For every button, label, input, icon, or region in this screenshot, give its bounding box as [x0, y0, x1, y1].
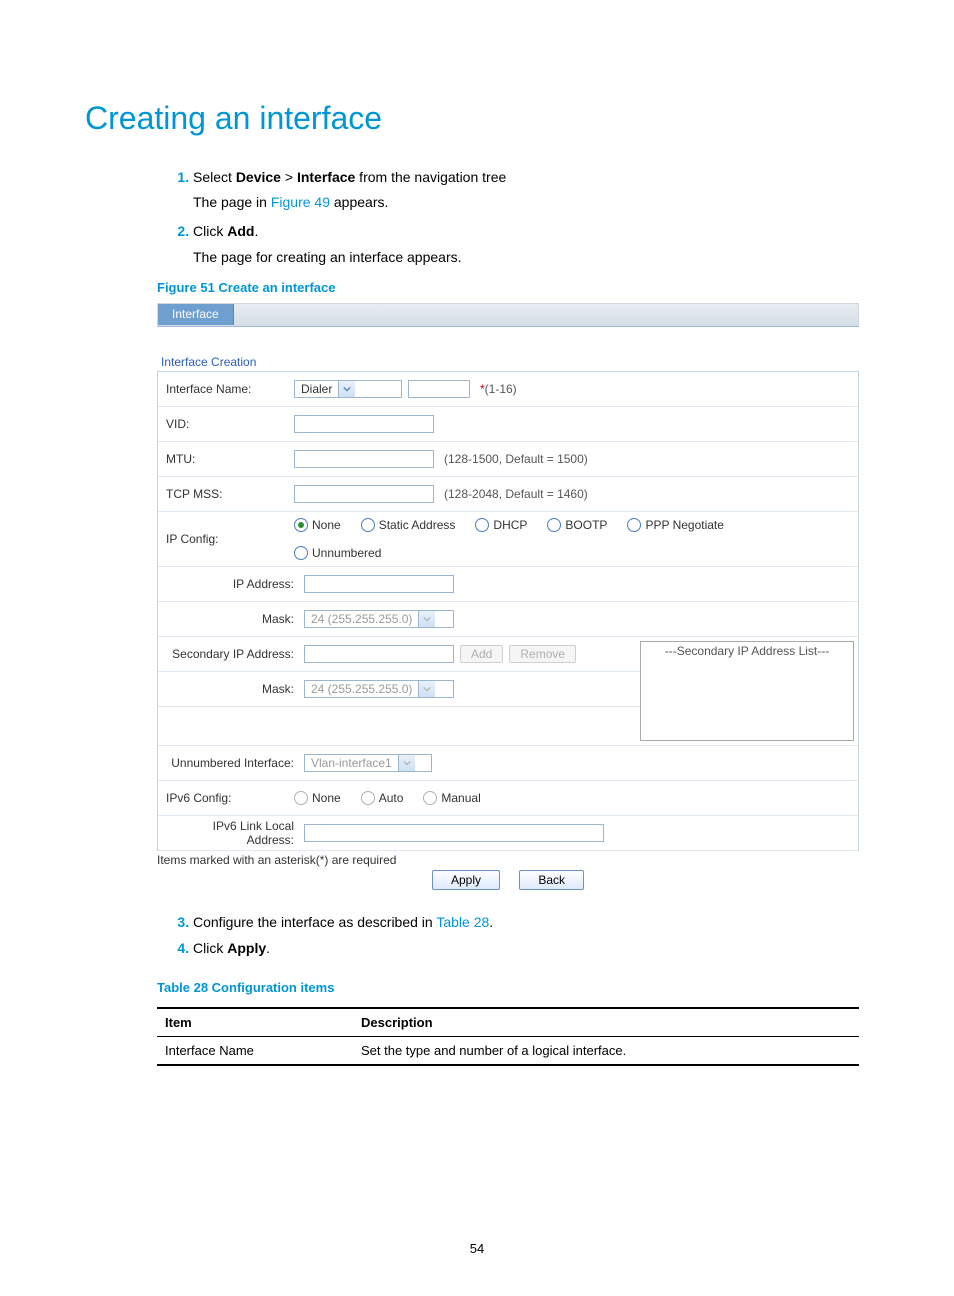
chevron-down-icon — [338, 381, 355, 397]
row-vid: VID: — [158, 407, 858, 442]
link-figure-49[interactable]: Figure 49 — [271, 194, 330, 210]
step-1: Select Device > Interface from the navig… — [193, 165, 869, 215]
label-interface-name: Interface Name: — [158, 382, 294, 396]
chevron-down-icon — [418, 611, 435, 627]
cell-item: Interface Name — [157, 1036, 353, 1065]
radio-ip-static[interactable]: Static Address — [361, 518, 456, 532]
radio-ip-pppneg[interactable]: PPP Negotiate — [627, 518, 724, 532]
unnumbered-interface-select[interactable]: Vlan-interface1 — [304, 754, 432, 772]
label-ipv6-config: IPv6 Config: — [158, 791, 294, 805]
steps-list-2: Configure the interface as described in … — [85, 909, 869, 962]
mask-select[interactable]: 24 (255.255.255.0) — [304, 610, 454, 628]
page-number: 54 — [0, 1241, 954, 1256]
ip-address-input[interactable] — [304, 575, 454, 593]
radio-ipv6-auto[interactable]: Auto — [361, 791, 404, 805]
link-table-28[interactable]: Table 28 — [436, 914, 489, 930]
row-unnumbered-interface: Unnumbered Interface: Vlan-interface1 — [158, 746, 858, 781]
tab-interface[interactable]: Interface — [158, 304, 234, 325]
label-secondary-ip: Secondary IP Address: — [158, 647, 304, 661]
tab-bar: Interface — [157, 303, 859, 327]
tcpmss-input[interactable] — [294, 485, 434, 503]
row-mtu: MTU: (128-1500, Default = 1500) — [158, 442, 858, 477]
table-caption: Table 28 Configuration items — [157, 980, 869, 995]
figure-caption: Figure 51 Create an interface — [157, 280, 869, 295]
label-mask: Mask: — [158, 612, 304, 626]
required-note: Items marked with an asterisk(*) are req… — [157, 853, 859, 867]
tcpmss-hint: (128-2048, Default = 1460) — [444, 487, 588, 501]
ipv6-lla-input[interactable] — [304, 824, 604, 842]
row-ipconfig: IP Config: None Static Address DHCP BOOT… — [158, 512, 858, 567]
label-mtu: MTU: — [158, 452, 294, 466]
row-ipv6-config: IPv6 Config: None Auto Manual — [158, 781, 858, 816]
section-heading: Interface Creation — [161, 355, 859, 369]
step-2: Click Add. The page for creating an inte… — [193, 219, 869, 269]
label-vid: VID: — [158, 417, 294, 431]
page-title: Creating an interface — [85, 100, 869, 137]
apply-button[interactable]: Apply — [432, 870, 500, 890]
table-row: Interface Name Set the type and number o… — [157, 1036, 859, 1065]
remove-secondary-button[interactable]: Remove — [509, 645, 576, 663]
step-2-sub: The page for creating an interface appea… — [193, 245, 869, 270]
label-ipconfig: IP Config: — [158, 532, 294, 546]
cell-description: Set the type and number of a logical int… — [353, 1036, 859, 1065]
chevron-down-icon — [418, 681, 435, 697]
radio-ip-none[interactable]: None — [294, 518, 341, 532]
row-ipv6-lla: IPv6 Link Local Address: — [158, 816, 858, 851]
chevron-down-icon — [398, 755, 415, 771]
row-interface-name: Interface Name: Dialer *(1-16) — [158, 372, 858, 407]
mtu-hint: (128-1500, Default = 1500) — [444, 452, 588, 466]
radio-ipv6-manual[interactable]: Manual — [423, 791, 480, 805]
row-mask: Mask: 24 (255.255.255.0) — [158, 602, 858, 637]
radio-ipv6-none[interactable]: None — [294, 791, 341, 805]
mtu-input[interactable] — [294, 450, 434, 468]
label-mask-2: Mask: — [158, 682, 304, 696]
secondary-ip-input[interactable] — [304, 645, 454, 663]
interface-creation-screenshot: Interface Interface Creation Interface N… — [157, 303, 859, 887]
vid-input[interactable] — [294, 415, 434, 433]
back-button[interactable]: Back — [519, 870, 584, 890]
row-tcpmss: TCP MSS: (128-2048, Default = 1460) — [158, 477, 858, 512]
label-tcpmss: TCP MSS: — [158, 487, 294, 501]
config-items-table: Item Description Interface Name Set the … — [157, 1007, 859, 1066]
radio-ip-unnumbered[interactable]: Unnumbered — [294, 546, 814, 560]
secondary-ip-list[interactable]: ---Secondary IP Address List--- — [640, 641, 854, 741]
label-ip-address: IP Address: — [158, 577, 304, 591]
step-4: Click Apply. — [193, 935, 869, 962]
label-ipv6-lla: IPv6 Link Local Address: — [158, 819, 304, 847]
radio-ip-bootp[interactable]: BOOTP — [547, 518, 607, 532]
secondary-ip-list-header: ---Secondary IP Address List--- — [641, 642, 853, 660]
label-unnumbered-interface: Unnumbered Interface: — [158, 756, 304, 770]
row-ip-address: IP Address: — [158, 567, 858, 602]
mask-select-2[interactable]: 24 (255.255.255.0) — [304, 680, 454, 698]
form-grid: Interface Name: Dialer *(1-16) VID: — [157, 371, 859, 851]
radio-ip-dhcp[interactable]: DHCP — [475, 518, 527, 532]
steps-list-1: Select Device > Interface from the navig… — [85, 165, 869, 270]
step-3: Configure the interface as described in … — [193, 909, 869, 936]
col-item: Item — [157, 1008, 353, 1037]
action-row: Apply Back — [157, 873, 859, 887]
interface-number-input[interactable] — [408, 380, 470, 398]
add-secondary-button[interactable]: Add — [460, 645, 503, 663]
col-description: Description — [353, 1008, 859, 1037]
interface-type-select[interactable]: Dialer — [294, 380, 402, 398]
step-1-sub: The page in Figure 49 appears. — [193, 190, 869, 215]
interface-number-hint: *(1-16) — [480, 382, 517, 396]
table-header-row: Item Description — [157, 1008, 859, 1037]
row-secondary-block: Secondary IP Address: Add Remove Mask: 2… — [158, 637, 858, 746]
